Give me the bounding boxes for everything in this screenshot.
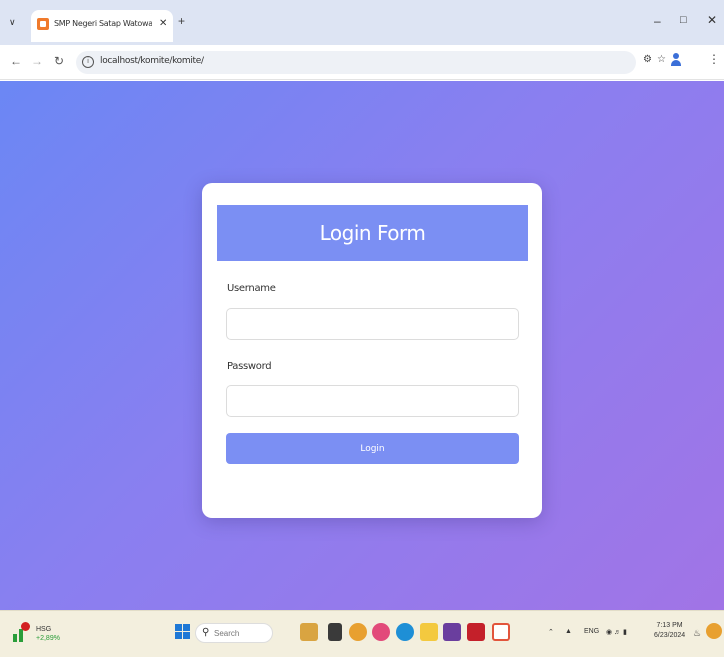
network-change: +2,89% <box>36 635 60 642</box>
new-tab-button[interactable]: + <box>178 14 185 28</box>
page-background: Login Form Username Password Login <box>0 81 724 610</box>
wifi-volume-battery-icon[interactable]: ◉ ♬ ▮ <box>606 628 627 636</box>
language-indicator[interactable]: ENG <box>584 628 599 635</box>
address-bar: ← → ↻ i localhost/komite/komite/ ⚙ ☆ ⋮ <box>0 45 724 80</box>
site-favicon-icon <box>37 18 49 30</box>
username-label: Username <box>227 283 276 294</box>
tab-close-icon[interactable]: ✕ <box>159 18 167 29</box>
forward-icon[interactable]: → <box>31 54 43 68</box>
tray-chevron-icon[interactable]: ⌃ <box>548 628 554 636</box>
app-icon[interactable] <box>443 623 461 641</box>
login-title: Login Form <box>319 221 426 245</box>
window-close-icon[interactable]: ✕ <box>707 13 717 27</box>
app-red-icon[interactable] <box>467 623 485 641</box>
tab-title: SMP Negeri Satap Watowai Ivi. <box>54 19 152 28</box>
search-placeholder: Search <box>214 629 240 638</box>
widgets-icon[interactable] <box>300 623 318 641</box>
restore-icon[interactable]: □ <box>680 14 687 26</box>
taskbar: HSG +2,89% ⚲ Search ⌃ ▲ ENG ◉ ♬ ▮ 7:13 P… <box>0 610 724 657</box>
xampp-icon[interactable] <box>492 623 510 641</box>
tray-app-icon[interactable]: ▲ <box>565 628 572 635</box>
site-info-icon[interactable]: i <box>82 56 94 68</box>
bookmark-star-icon[interactable]: ☆ <box>657 54 666 65</box>
chrome-icon[interactable] <box>349 623 367 641</box>
firefox-icon[interactable] <box>372 623 390 641</box>
url-text: localhost/komite/komite/ <box>100 56 204 66</box>
browser-tab-bar: ∨ SMP Negeri Satap Watowai Ivi. ✕ + – □ … <box>0 0 724 45</box>
browser-menu-icon[interactable]: ⋮ <box>708 52 720 66</box>
translate-icon[interactable]: ⚙ <box>643 54 652 65</box>
notification-bell-icon[interactable]: ♨ <box>693 628 701 639</box>
search-icon: ⚲ <box>202 627 210 638</box>
copilot-icon[interactable] <box>706 623 722 639</box>
clock-date: 6/23/2024 <box>654 632 686 639</box>
login-card: Login Form Username Password Login <box>202 183 542 518</box>
file-explorer-icon[interactable] <box>420 623 438 641</box>
back-icon[interactable]: ← <box>10 54 22 68</box>
username-input[interactable] <box>226 308 519 340</box>
minimize-icon[interactable]: – <box>654 14 661 28</box>
clock-time: 7:13 PM <box>656 622 683 629</box>
url-field[interactable]: i localhost/komite/komite/ <box>76 51 636 74</box>
network-type: HSG <box>36 626 52 633</box>
browser-tab[interactable]: SMP Negeri Satap Watowai Ivi. ✕ <box>31 10 173 42</box>
clock[interactable]: 7:13 PM 6/23/2024 <box>654 621 685 641</box>
task-view-icon[interactable] <box>328 623 342 641</box>
password-input[interactable] <box>226 385 519 417</box>
reload-icon[interactable]: ↻ <box>54 54 64 68</box>
login-header: Login Form <box>217 205 528 261</box>
profile-icon[interactable] <box>670 53 682 67</box>
edge-icon[interactable] <box>396 623 414 641</box>
network-signal-icon[interactable] <box>13 622 33 642</box>
start-windows-icon[interactable] <box>175 624 191 640</box>
tab-search-chevron-icon[interactable]: ∨ <box>9 17 16 28</box>
password-label: Password <box>227 361 272 372</box>
network-status: HSG +2,89% <box>36 625 60 643</box>
taskbar-search[interactable]: ⚲ Search <box>195 623 273 643</box>
login-button[interactable]: Login <box>226 433 519 464</box>
